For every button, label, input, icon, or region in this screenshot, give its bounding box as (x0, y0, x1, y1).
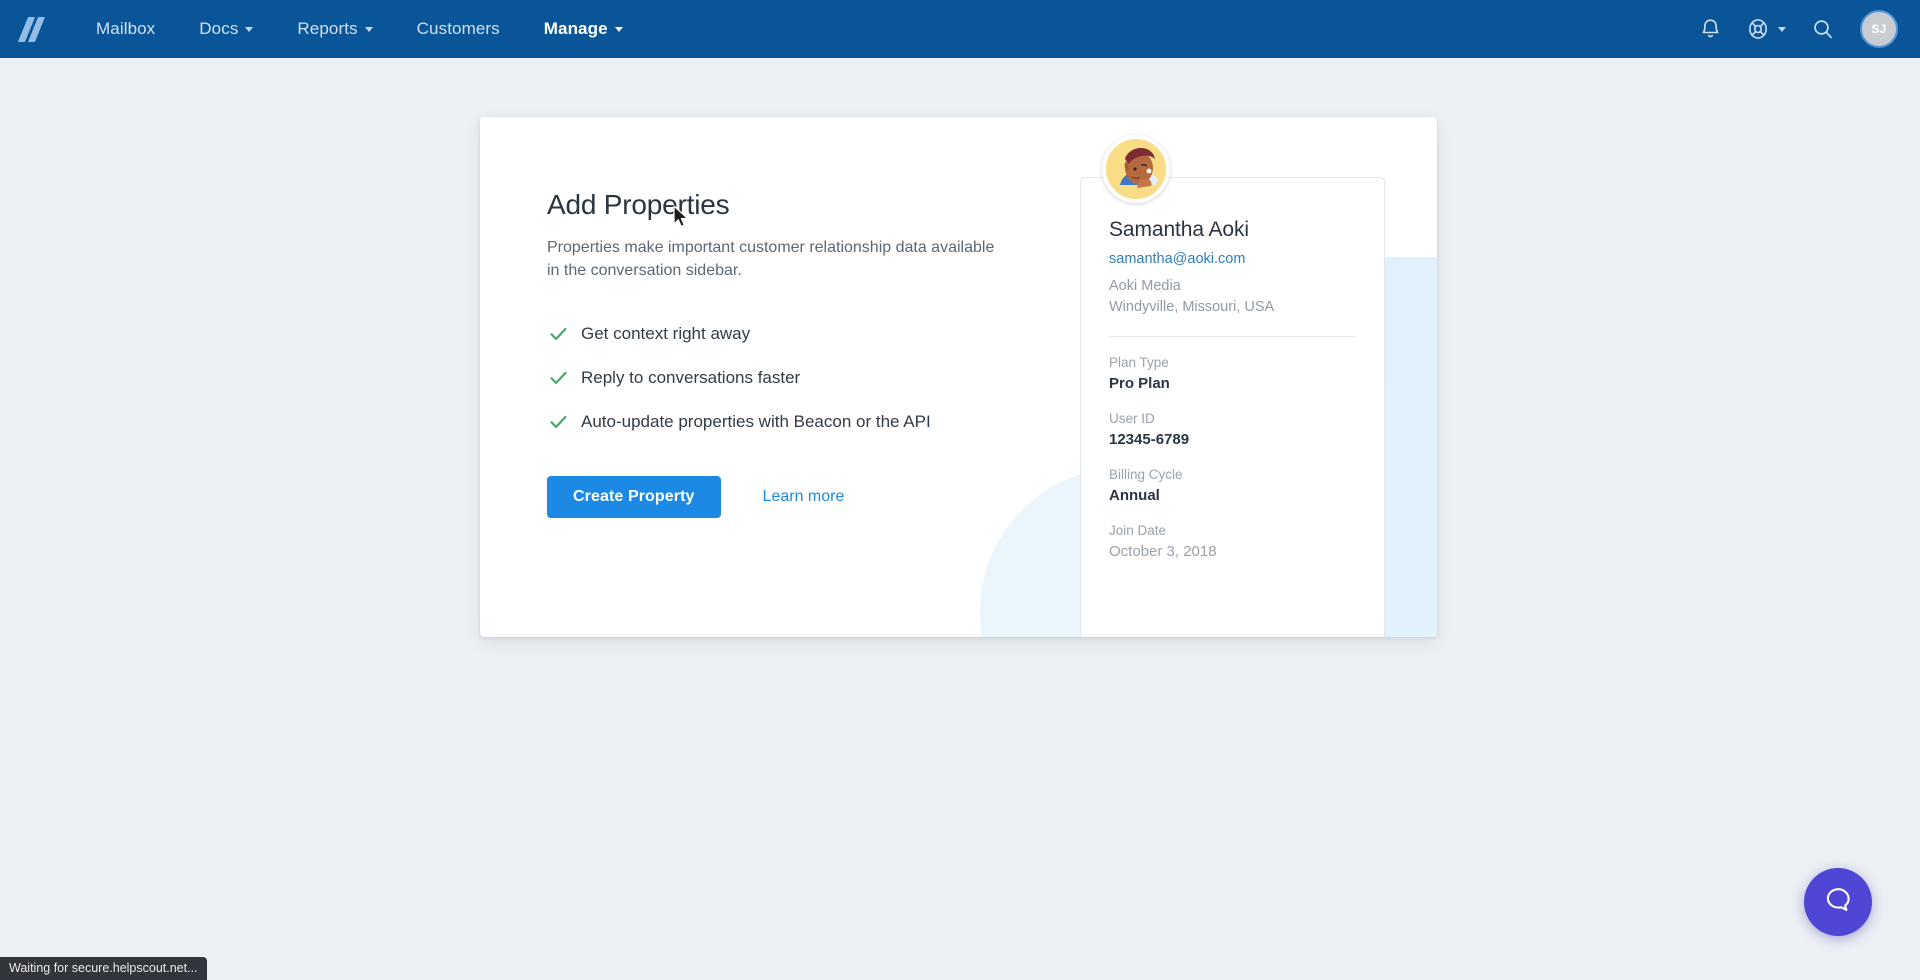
property-value: October 3, 2018 (1109, 543, 1217, 561)
customer-email-link[interactable]: samantha@aoki.com (1109, 251, 1356, 267)
property-value: 12345-6789 (1109, 431, 1190, 449)
create-property-button[interactable]: Create Property (547, 476, 721, 519)
cta-row: Create Property Learn more (547, 476, 1017, 519)
lifesaver-icon[interactable] (1747, 17, 1786, 41)
feature-list: Get context right away Reply to conversa… (547, 324, 1017, 432)
learn-more-link[interactable]: Learn more (763, 488, 845, 506)
card-left-column: Add Properties Properties make important… (547, 189, 1017, 519)
property-value: Annual (1109, 487, 1160, 505)
property-value: Pro Plan (1109, 375, 1170, 393)
customer-name: Samantha Aoki (1109, 218, 1249, 241)
top-navbar: Mailbox Docs Reports Customers Manage SJ (0, 0, 1920, 58)
feature-label: Auto-update properties with Beacon or th… (581, 412, 931, 432)
nav-item-label: Docs (199, 19, 239, 38)
chat-bubble-icon (1823, 884, 1854, 920)
property-label: Billing Cycle (1109, 467, 1183, 483)
help-beacon-button[interactable] (1804, 868, 1872, 936)
nav-item-docs[interactable]: Docs (177, 0, 275, 58)
avatar[interactable]: SJ (1860, 10, 1898, 48)
browser-status-bar: Waiting for secure.helpscout.net... (0, 957, 207, 980)
chevron-down-icon (614, 26, 623, 32)
nav-item-label: Manage (543, 19, 608, 38)
search-icon[interactable] (1812, 18, 1834, 40)
nav-links: Mailbox Docs Reports Customers Manage (74, 0, 645, 58)
chevron-down-icon (364, 26, 373, 32)
add-properties-card: Add Properties Properties make important… (480, 117, 1437, 637)
property-row-plan-type: Plan Type Pro Plan (1109, 355, 1356, 392)
feature-label: Reply to conversations faster (581, 368, 801, 388)
bell-icon[interactable] (1700, 18, 1721, 41)
check-icon (547, 327, 569, 341)
page-title: Add Properties (547, 189, 730, 220)
customer-profile-card: Samantha Aoki samantha@aoki.com Aoki Med… (1080, 177, 1385, 637)
helpscout-logo[interactable] (17, 14, 48, 44)
property-row-join-date: Join Date October 3, 2018 (1109, 523, 1356, 560)
nav-item-customers[interactable]: Customers (395, 0, 522, 58)
nav-item-manage[interactable]: Manage (522, 0, 645, 58)
nav-item-label: Customers (416, 19, 500, 38)
nav-item-reports[interactable]: Reports (275, 0, 394, 58)
property-label: Plan Type (1109, 355, 1169, 371)
chevron-down-icon (245, 26, 254, 32)
property-row-billing-cycle: Billing Cycle Annual (1109, 467, 1356, 504)
feature-item: Reply to conversations faster (547, 368, 1017, 388)
chevron-down-icon (1778, 26, 1786, 32)
property-label: Join Date (1109, 523, 1167, 539)
customer-location: Windyville, Missouri, USA (1109, 299, 1275, 316)
feature-item: Auto-update properties with Beacon or th… (547, 412, 1017, 432)
customer-avatar-illustration (1102, 135, 1170, 203)
nav-item-mailbox[interactable]: Mailbox (74, 0, 177, 58)
feature-label: Get context right away (581, 324, 751, 344)
avatar-initials: SJ (1871, 22, 1887, 36)
check-icon (547, 371, 569, 385)
property-label: User ID (1109, 411, 1155, 427)
nav-item-label: Mailbox (96, 19, 156, 38)
feature-item: Get context right away (547, 324, 1017, 344)
profile-divider (1109, 336, 1356, 338)
check-icon (547, 415, 569, 429)
nav-right-actions: SJ (1700, 10, 1920, 48)
property-row-user-id: User ID 12345-6789 (1109, 411, 1356, 448)
card-subtitle: Properties make important customer relat… (547, 239, 995, 280)
nav-item-label: Reports (297, 19, 358, 38)
customer-company: Aoki Media (1109, 278, 1181, 294)
